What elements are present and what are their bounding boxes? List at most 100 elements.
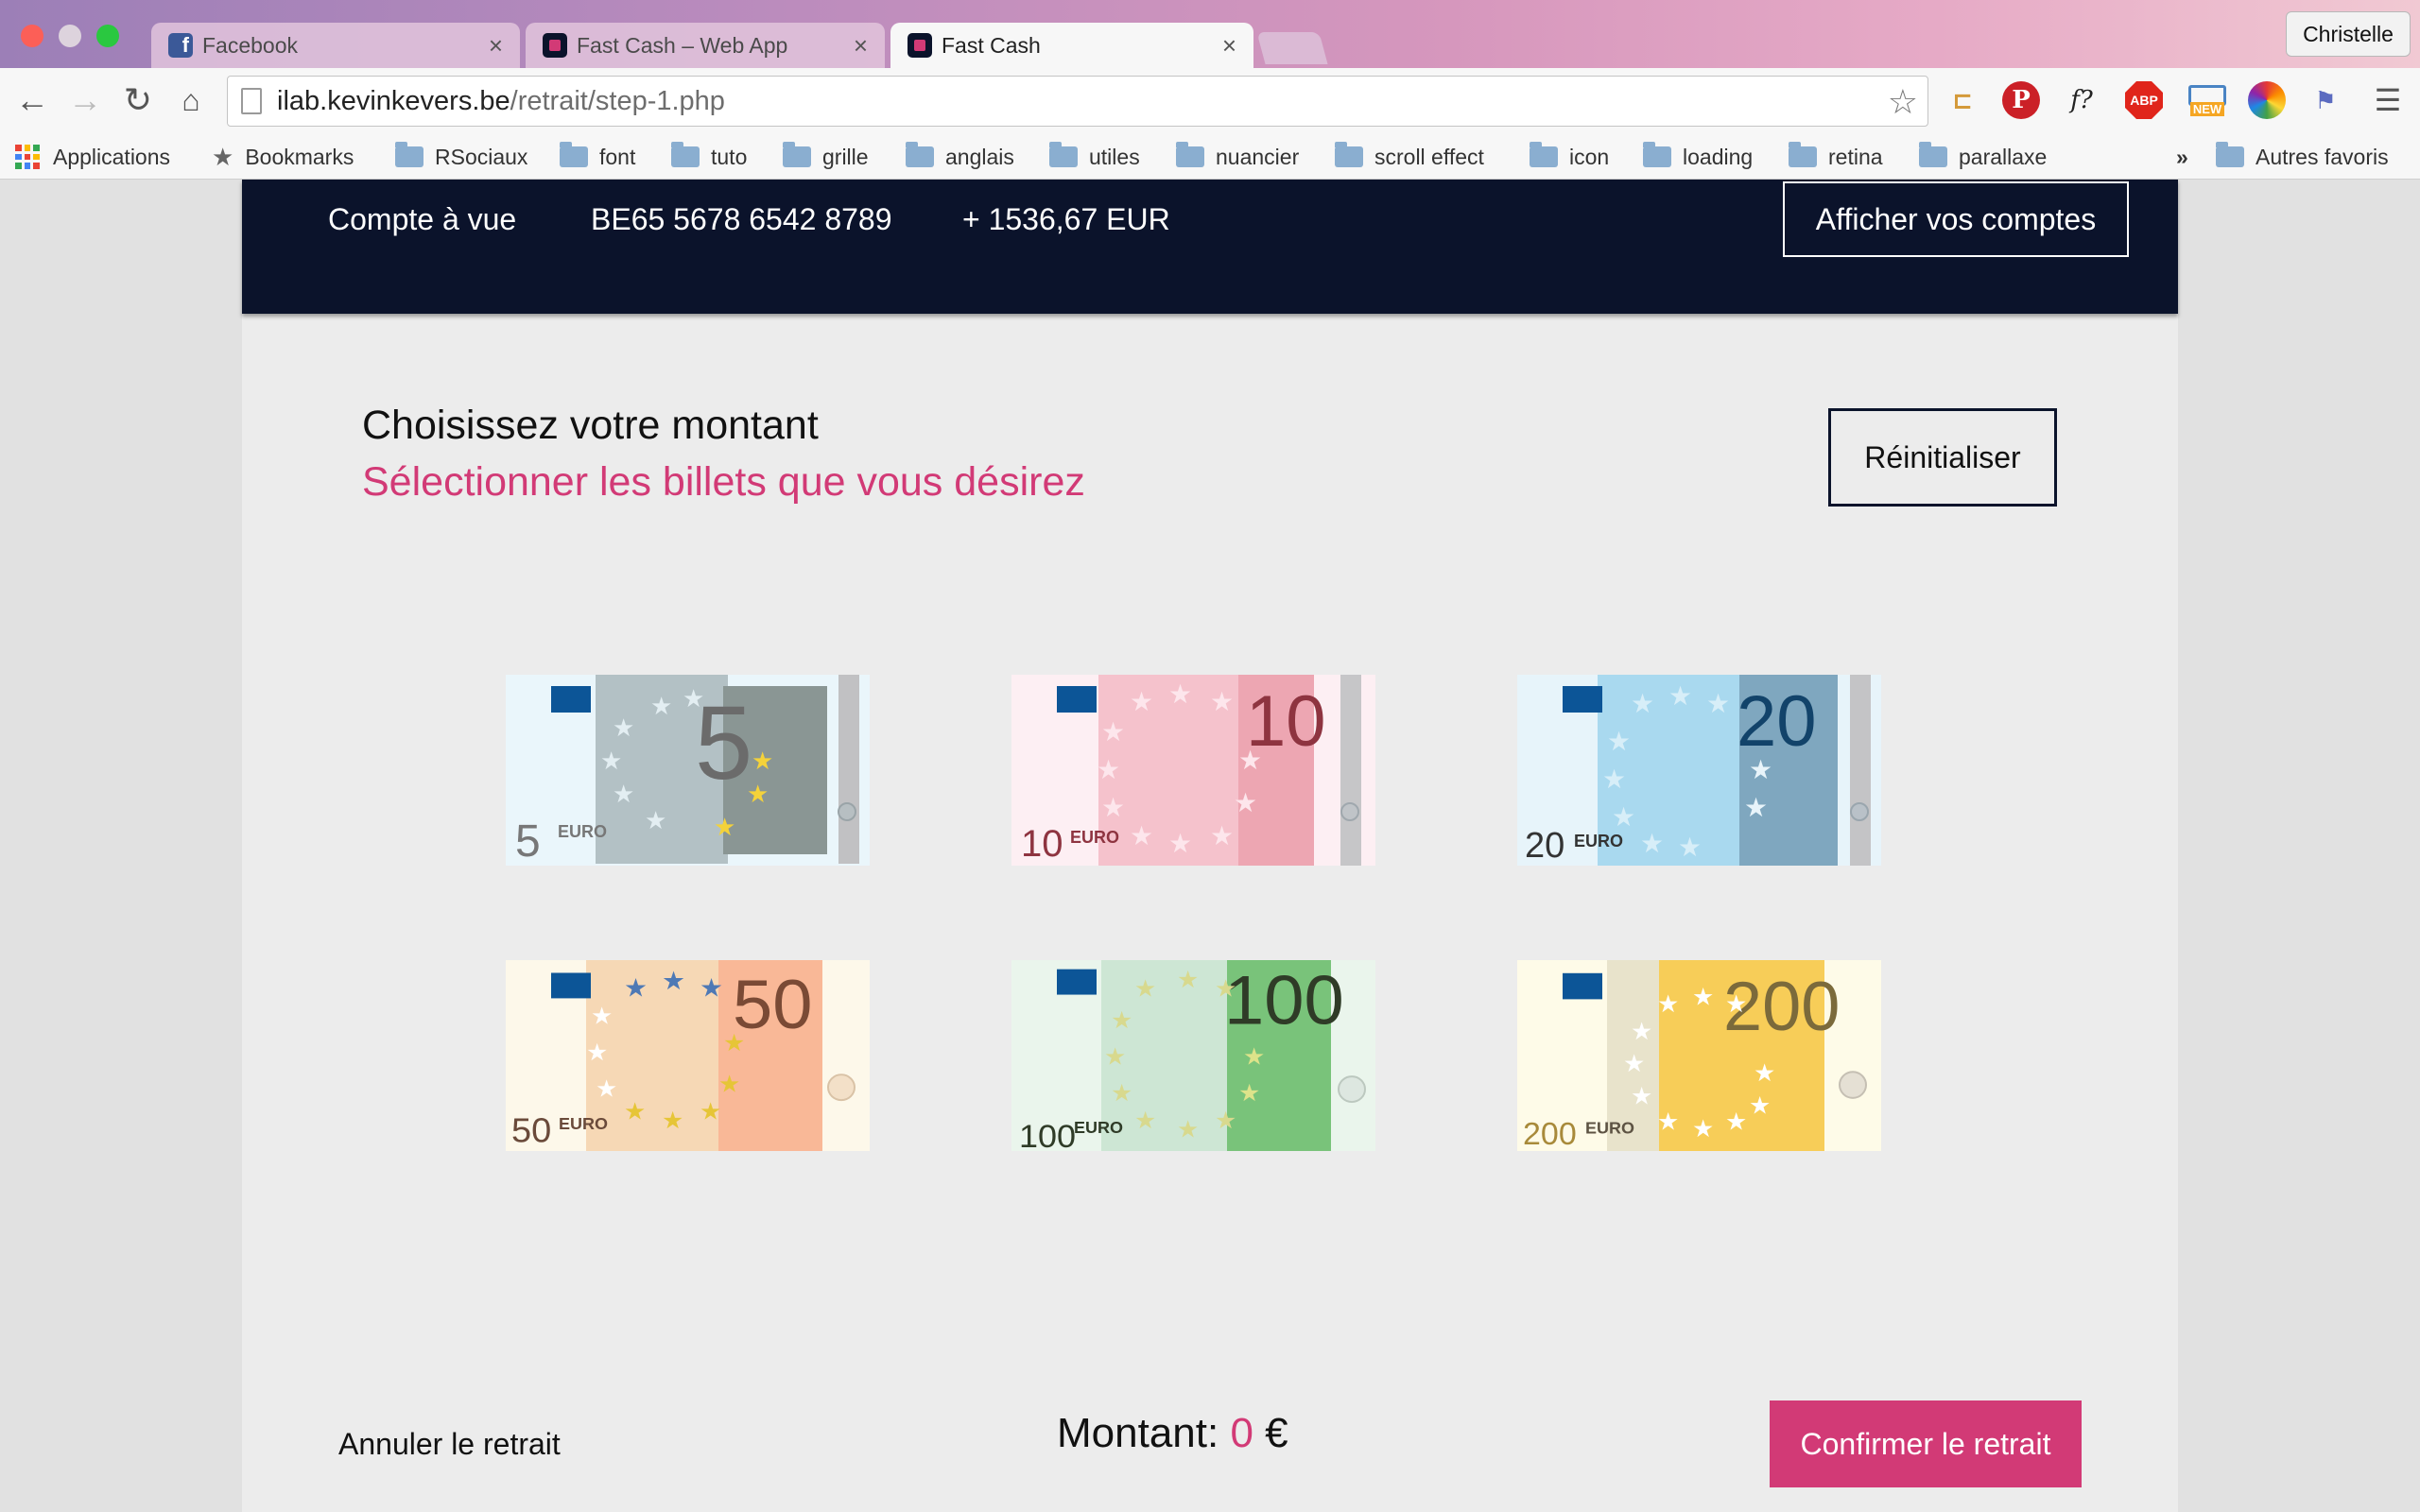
bookmark-star-icon[interactable]: ☆ bbox=[1888, 82, 1918, 122]
reload-icon[interactable]: ↻ bbox=[115, 77, 161, 123]
confirm-withdrawal-button[interactable]: Confirmer le retrait bbox=[1770, 1400, 2082, 1487]
bookmark-folder[interactable]: font bbox=[560, 140, 635, 174]
reset-button[interactable]: Réinitialiser bbox=[1828, 408, 2057, 507]
tab-facebook[interactable]: f Facebook × bbox=[151, 23, 520, 68]
folder-icon bbox=[1530, 142, 1558, 167]
svg-text:★: ★ bbox=[714, 814, 735, 842]
account-bar: Compte à vue BE65 5678 6542 8789 + 1536,… bbox=[242, 180, 2178, 314]
folder-icon bbox=[783, 142, 811, 167]
apps-grid-icon bbox=[15, 145, 40, 169]
color-picker-icon[interactable] bbox=[2248, 81, 2286, 119]
close-tab-icon[interactable]: × bbox=[489, 31, 503, 60]
svg-text:★: ★ bbox=[596, 1075, 617, 1103]
svg-text:★: ★ bbox=[613, 781, 634, 809]
bookmark-folder[interactable]: parallaxe bbox=[1919, 140, 2047, 174]
banknote-50[interactable]: 50 50 EURO ★ ★ ★ ★ ★ ★ ★ ★ ★ ★ ★ bbox=[506, 960, 870, 1151]
folder-icon bbox=[560, 142, 588, 167]
bookmark-folder[interactable]: anglais bbox=[906, 140, 1014, 174]
show-accounts-button[interactable]: Afficher vos comptes bbox=[1783, 181, 2129, 257]
tab-fast-cash-web-app[interactable]: Fast Cash – Web App × bbox=[526, 23, 885, 68]
extension-icon[interactable]: ⚑ bbox=[2307, 81, 2344, 119]
banknote-20[interactable]: 20 20 EURO ★ ★ ★ ★ ★ ★ ★ ★ ★ ★ bbox=[1517, 675, 1881, 866]
fastcash-icon bbox=[908, 33, 932, 58]
svg-text:★: ★ bbox=[600, 747, 622, 776]
home-icon[interactable]: ⌂ bbox=[168, 77, 214, 123]
svg-text:★: ★ bbox=[1243, 1043, 1265, 1071]
menu-icon[interactable]: ☰ bbox=[2369, 81, 2407, 119]
bookmark-folder[interactable]: RSociaux bbox=[395, 140, 527, 174]
svg-text:★: ★ bbox=[1177, 1116, 1199, 1143]
svg-text:★: ★ bbox=[650, 693, 672, 721]
svg-text:★: ★ bbox=[1134, 975, 1156, 1003]
banknote-200[interactable]: 200 200 EURO ★ ★ ★ ★ ★ ★ ★ ★ ★ ★ ★ bbox=[1517, 960, 1881, 1151]
bookmark-applications[interactable]: Applications bbox=[15, 140, 170, 174]
bookmarks-overflow[interactable]: » bbox=[2176, 140, 2188, 174]
svg-text:★: ★ bbox=[1111, 1080, 1132, 1108]
svg-text:★: ★ bbox=[624, 974, 648, 1003]
account-iban: BE65 5678 6542 8789 bbox=[591, 202, 892, 236]
minimize-window-button[interactable] bbox=[59, 25, 81, 47]
account-balance: + 1536,67 EUR bbox=[962, 202, 1170, 236]
adblock-icon[interactable]: ABP bbox=[2125, 81, 2163, 119]
svg-text:★: ★ bbox=[1678, 832, 1702, 863]
bookmark-folder[interactable]: utiles bbox=[1049, 140, 1140, 174]
tab-fast-cash[interactable]: Fast Cash × bbox=[890, 23, 1253, 68]
folder-icon bbox=[671, 142, 700, 167]
svg-text:★: ★ bbox=[1111, 1007, 1132, 1035]
close-tab-icon[interactable]: × bbox=[854, 31, 868, 60]
svg-text:20: 20 bbox=[1737, 681, 1817, 762]
address-bar[interactable]: ilab.kevinkevers.be/retrait/step-1.php ☆ bbox=[227, 76, 1928, 127]
svg-text:★: ★ bbox=[1749, 1092, 1771, 1121]
svg-text:★: ★ bbox=[591, 1003, 613, 1030]
browser-toolbar: ← → ↻ ⌂ ilab.kevinkevers.be/retrait/step… bbox=[0, 68, 2420, 136]
new-extension-icon[interactable]: NEW bbox=[2184, 81, 2231, 119]
bookmarks-bar: Applications ★ Bookmarks RSociaux font t… bbox=[0, 136, 2420, 180]
svg-text:★: ★ bbox=[1754, 1059, 1775, 1088]
profile-button[interactable]: Christelle bbox=[2286, 11, 2411, 57]
svg-text:★: ★ bbox=[624, 1098, 646, 1125]
svg-text:★: ★ bbox=[1725, 990, 1747, 1019]
svg-text:★: ★ bbox=[1177, 966, 1199, 993]
new-tab-button[interactable] bbox=[1256, 32, 1328, 64]
svg-text:★: ★ bbox=[1238, 1080, 1260, 1108]
tab-title: Fast Cash bbox=[942, 32, 1041, 58]
tab-title: Facebook bbox=[202, 32, 299, 58]
svg-text:★: ★ bbox=[1692, 1115, 1714, 1143]
banknote-10[interactable]: 10 10 EURO ★ ★ ★ ★ ★ ★ ★ ★ ★ ★ ★ bbox=[1011, 675, 1375, 866]
bookmark-folder[interactable]: tuto bbox=[671, 140, 747, 174]
back-icon[interactable]: ← bbox=[9, 77, 55, 123]
svg-text:★: ★ bbox=[723, 1030, 745, 1057]
bookmark-folder[interactable]: retina bbox=[1789, 140, 1883, 174]
bookmark-folder[interactable]: nuancier bbox=[1176, 140, 1299, 174]
svg-text:★: ★ bbox=[586, 1039, 608, 1066]
svg-text:EURO: EURO bbox=[1070, 828, 1119, 847]
forward-icon[interactable]: → bbox=[62, 77, 108, 123]
svg-text:★: ★ bbox=[1101, 792, 1125, 823]
banknote-100[interactable]: 100 100 EURO ★ ★ ★ ★ ★ ★ ★ ★ ★ ★ ★ bbox=[1011, 960, 1375, 1151]
bookmark-bookmarks[interactable]: ★ Bookmarks bbox=[212, 140, 354, 174]
bookmark-folder[interactable]: scroll effect bbox=[1335, 140, 1484, 174]
bookmark-other-favorites[interactable]: Autres favoris bbox=[2216, 140, 2389, 174]
svg-text:10: 10 bbox=[1021, 823, 1063, 865]
svg-text:★: ★ bbox=[1130, 820, 1153, 851]
maximize-window-button[interactable] bbox=[96, 25, 119, 47]
whatfont-icon[interactable]: f? bbox=[2063, 81, 2100, 119]
svg-text:★: ★ bbox=[1692, 983, 1714, 1011]
svg-text:★: ★ bbox=[1134, 1107, 1156, 1134]
svg-text:★: ★ bbox=[1215, 975, 1236, 1003]
bookmarklet-icon[interactable]: ⊏ bbox=[1944, 81, 1981, 119]
banknote-5[interactable]: 5 5 EURO ★ ★ ★ ★ ★ ★ ★ ★ ★ bbox=[506, 675, 870, 866]
amount-value: 0 bbox=[1230, 1410, 1253, 1456]
svg-text:★: ★ bbox=[1602, 764, 1626, 795]
svg-text:★: ★ bbox=[1631, 1083, 1652, 1111]
close-tab-icon[interactable]: × bbox=[1222, 31, 1236, 60]
bookmark-folder[interactable]: grille bbox=[783, 140, 869, 174]
bookmark-folder[interactable]: icon bbox=[1530, 140, 1609, 174]
bookmark-folder[interactable]: loading bbox=[1643, 140, 1753, 174]
pinterest-icon[interactable]: P bbox=[2002, 81, 2040, 119]
cancel-withdrawal-link[interactable]: Annuler le retrait bbox=[338, 1427, 561, 1462]
svg-text:100: 100 bbox=[1224, 962, 1344, 1039]
svg-text:50: 50 bbox=[511, 1110, 551, 1149]
svg-text:★: ★ bbox=[700, 1098, 721, 1125]
close-window-button[interactable] bbox=[21, 25, 43, 47]
